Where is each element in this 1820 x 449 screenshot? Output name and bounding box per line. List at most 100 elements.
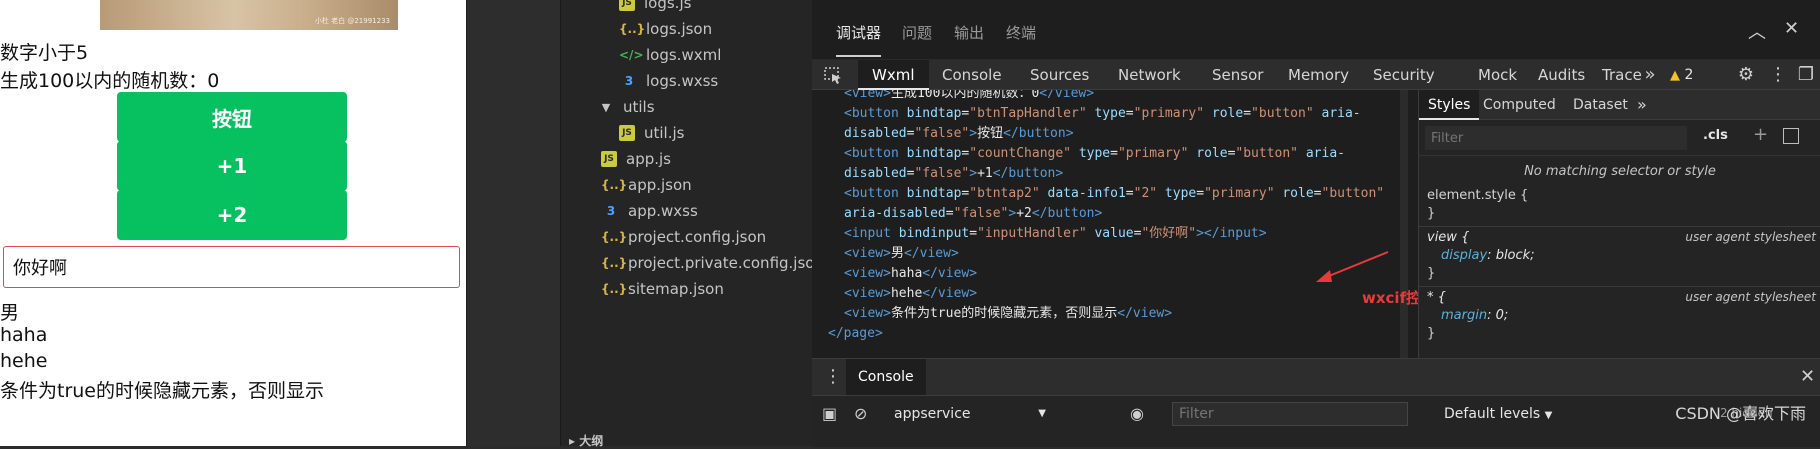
primary-button[interactable]: 按钮 bbox=[117, 92, 347, 142]
more-tabs-icon[interactable]: » bbox=[1638, 60, 1662, 90]
tab-console-drawer[interactable]: Console bbox=[846, 359, 926, 395]
code-token: "btntap2" bbox=[969, 186, 1040, 201]
code-token: type bbox=[1086, 106, 1126, 121]
file-item[interactable]: JS logs.js bbox=[619, 0, 691, 16]
tab-audits[interactable]: Audits bbox=[1538, 60, 1585, 90]
console-filter-input[interactable] bbox=[1172, 402, 1408, 426]
file-item[interactable]: 3 logs.wxss bbox=[619, 68, 718, 94]
computed-sidebar-toggle-icon[interactable] bbox=[1783, 128, 1799, 144]
code-token: </button> bbox=[992, 166, 1064, 181]
code-token: </button> bbox=[1031, 206, 1103, 221]
file-item[interactable]: </> logs.wxml bbox=[619, 42, 721, 68]
drawer-menu-icon[interactable]: ⋮ bbox=[824, 366, 842, 387]
wxml-code-line[interactable]: disabled="false">+1</button> bbox=[844, 164, 1063, 184]
file-label: sitemap.json bbox=[628, 280, 724, 298]
tab-mock[interactable]: Mock bbox=[1478, 60, 1517, 90]
universal-rule-selector[interactable]: * { bbox=[1427, 288, 1446, 308]
wxml-code-line[interactable]: <button bindtap="btntap2" data-info1="2"… bbox=[844, 184, 1384, 204]
plus-one-button[interactable]: +1 bbox=[117, 141, 347, 191]
more-options-icon[interactable]: ⋮ bbox=[1766, 60, 1790, 90]
file-item[interactable]: JS app.js bbox=[601, 146, 671, 172]
code-token: 按钮 bbox=[977, 126, 1004, 141]
code-token: "primary" bbox=[1133, 106, 1205, 121]
new-style-rule-button[interactable]: + bbox=[1753, 124, 1768, 145]
element-style-selector[interactable]: element.style { bbox=[1427, 186, 1528, 206]
code-token: = bbox=[1125, 106, 1134, 121]
file-item[interactable]: JS util.js bbox=[619, 120, 684, 146]
context-value: appservice bbox=[894, 406, 971, 422]
plus-two-button[interactable]: +2 bbox=[117, 190, 347, 240]
code-token: <view> bbox=[844, 306, 891, 321]
property-value: block; bbox=[1495, 248, 1535, 263]
tab-sensor[interactable]: Sensor bbox=[1212, 60, 1263, 90]
wxml-code-line[interactable]: <view>haha</view> bbox=[844, 264, 977, 284]
show-sidebar-icon[interactable]: ▣ bbox=[822, 404, 837, 423]
cls-toggle-button[interactable]: .cls bbox=[1703, 128, 1728, 143]
wxml-file-icon: </> bbox=[619, 48, 644, 62]
code-token: "countChange" bbox=[969, 146, 1071, 161]
wxml-code-line[interactable]: disabled="false">按钮</button> bbox=[844, 124, 1074, 144]
tab-wxml[interactable]: Wxml bbox=[858, 60, 929, 90]
outline-section-header[interactable]: ▸ 大纲 bbox=[561, 432, 603, 448]
tab-sources[interactable]: Sources bbox=[1030, 60, 1089, 90]
file-item[interactable]: {..} project.config.json bbox=[601, 224, 766, 250]
wxml-code-line[interactable]: aria-disabled="false">+2</button> bbox=[844, 204, 1102, 224]
close-drawer-icon[interactable]: ✕ bbox=[1800, 366, 1815, 387]
tab-dataset[interactable]: Dataset bbox=[1573, 90, 1628, 120]
context-selector[interactable]: appservice ▼ bbox=[894, 402, 1054, 426]
tab-console[interactable]: Console bbox=[942, 60, 1002, 90]
folder-item[interactable]: ▼ utils bbox=[599, 94, 655, 120]
styles-filter-input[interactable] bbox=[1425, 126, 1687, 150]
clear-console-icon[interactable]: ⊘ bbox=[854, 404, 867, 423]
code-token: <view> bbox=[844, 90, 891, 101]
tab-memory[interactable]: Memory bbox=[1288, 60, 1349, 90]
number-less-than-five-text: 数字小于5 bbox=[0, 42, 89, 64]
file-item[interactable]: 3 app.wxss bbox=[601, 198, 698, 224]
dock-side-icon[interactable]: ❐ bbox=[1794, 60, 1818, 90]
tab-output[interactable]: 输出 bbox=[954, 22, 984, 43]
wxml-code-line[interactable]: <input bindinput="inputHandler" value="你… bbox=[844, 224, 1267, 244]
tab-computed[interactable]: Computed bbox=[1483, 90, 1556, 120]
view-rule-declaration[interactable]: display: block; bbox=[1441, 246, 1535, 266]
tab-network[interactable]: Network bbox=[1118, 60, 1181, 90]
csdn-watermark: CSDN @喜欢下雨 bbox=[1675, 404, 1806, 423]
styles-filter-row: .cls + bbox=[1419, 120, 1820, 156]
file-item[interactable]: {..} sitemap.json bbox=[601, 276, 724, 302]
tab-trace[interactable]: Trace bbox=[1602, 60, 1642, 90]
wxml-code-line[interactable]: <button bindtap="countChange" type="prim… bbox=[844, 144, 1345, 164]
code-token: 条件为true的时候隐藏元素，否则显示 bbox=[890, 306, 1118, 321]
wxml-code-line[interactable]: </page> bbox=[828, 324, 883, 344]
property-name: display bbox=[1441, 248, 1488, 263]
file-item[interactable]: {..} app.json bbox=[601, 172, 692, 198]
file-item[interactable]: {..} logs.json bbox=[619, 16, 712, 42]
live-expression-eye-icon[interactable]: ◉ bbox=[1130, 404, 1144, 423]
wxml-code-line[interactable]: <view>生成100以内的随机数：0</view> bbox=[844, 90, 1094, 104]
text-input[interactable] bbox=[3, 246, 460, 288]
tab-problems[interactable]: 问题 bbox=[902, 22, 932, 43]
wxml-code-line[interactable]: <view>男</view> bbox=[844, 244, 959, 264]
tab-styles[interactable]: Styles bbox=[1419, 90, 1480, 120]
code-token: +2 bbox=[1016, 206, 1032, 221]
devtools-tab-bar: Wxml Console Sources Network Sensor Memo… bbox=[812, 60, 1820, 90]
close-panel-icon[interactable]: ✕ bbox=[1784, 18, 1799, 39]
tab-debugger[interactable]: 调试器 bbox=[836, 22, 882, 57]
image-watermark: 小杜 老白 @21991233 bbox=[314, 17, 390, 25]
log-levels-selector[interactable]: Default levels ▼ bbox=[1444, 402, 1552, 426]
file-item[interactable]: {..} project.private.config.json bbox=[601, 250, 824, 276]
view-rule-selector[interactable]: view { bbox=[1427, 228, 1469, 248]
styles-tab-bar: Styles Computed Dataset » bbox=[1419, 90, 1820, 120]
wxml-code-line[interactable]: <view>hehe</view> bbox=[844, 284, 977, 304]
collapse-panel-icon[interactable]: ︿ bbox=[1748, 18, 1766, 44]
wxml-scrollbar[interactable] bbox=[1400, 90, 1408, 358]
warning-badge[interactable]: ▲ 2 bbox=[1670, 60, 1693, 90]
wxml-code-line[interactable]: <view>条件为true的时候隐藏元素，否则显示</view> bbox=[844, 304, 1172, 324]
tab-security[interactable]: Security bbox=[1373, 60, 1435, 90]
settings-gear-icon[interactable]: ⚙ bbox=[1734, 60, 1758, 90]
wxml-code-line[interactable]: <button bindtap="btnTapHandler" type="pr… bbox=[844, 104, 1361, 124]
tab-terminal[interactable]: 终端 bbox=[1006, 22, 1036, 43]
inspect-element-icon[interactable] bbox=[822, 64, 844, 86]
more-tabs-icon[interactable]: » bbox=[1637, 90, 1647, 120]
code-token: bindtap bbox=[906, 106, 962, 121]
universal-rule-declaration[interactable]: margin: 0; bbox=[1441, 306, 1508, 326]
code-token: disabled bbox=[844, 126, 907, 141]
